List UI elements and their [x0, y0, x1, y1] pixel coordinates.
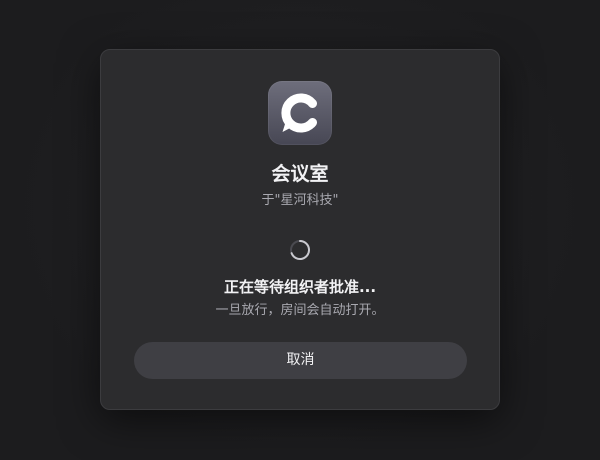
- status-title: 正在等待组织者批准...: [223, 278, 377, 296]
- waiting-room-dialog: 会议室 于"星河科技" 正在等待组织者批准... 一旦放行，房间会自动打开。 取…: [100, 49, 500, 410]
- cancel-button[interactable]: 取消: [134, 342, 467, 379]
- organization-label: 于"星河科技": [261, 193, 339, 208]
- app-name: 会议室: [271, 163, 329, 185]
- chat-bubble-c-icon: [268, 81, 332, 145]
- loading-spinner-icon: [290, 240, 310, 260]
- status-subtitle: 一旦放行，房间会自动打开。: [215, 303, 385, 318]
